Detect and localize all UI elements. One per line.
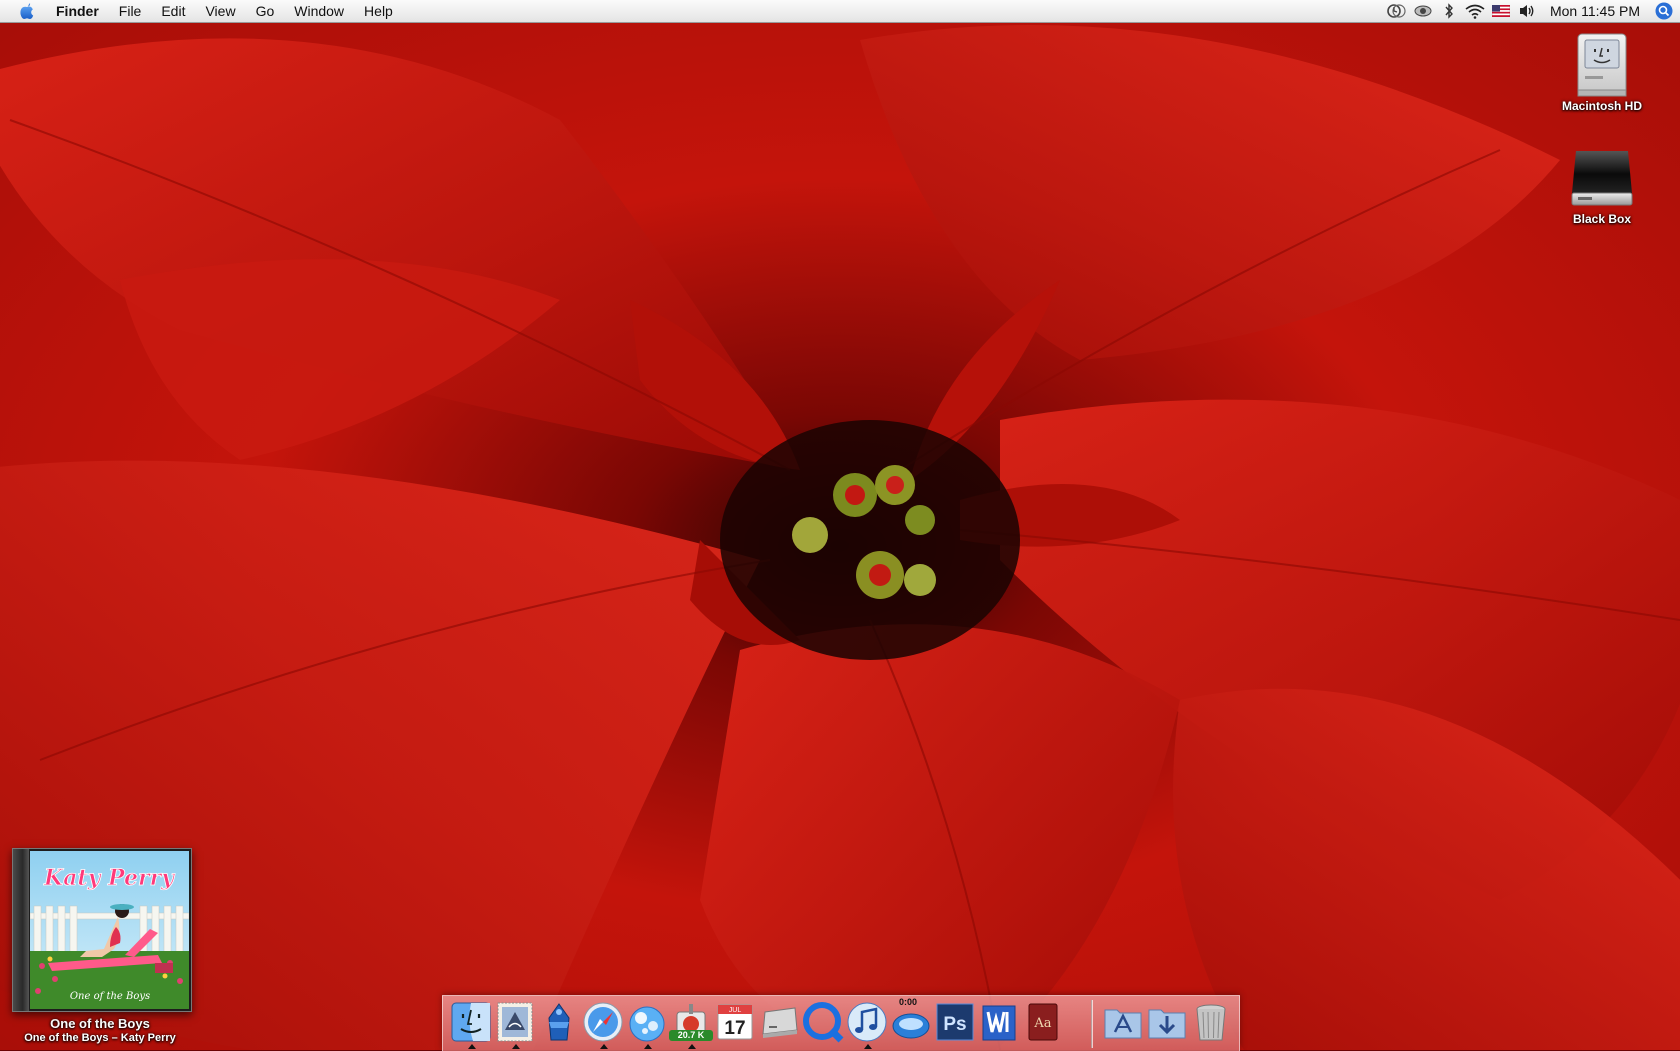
itunes-icon [847,1002,887,1042]
trash-icon [1196,1004,1226,1041]
dock-item-itunes[interactable] [845,1000,889,1049]
dock-item-trash[interactable] [1189,1000,1233,1046]
desktop-icon-label: Macintosh HD [1561,99,1642,113]
dock-separator [1091,1000,1093,1048]
applications-folder-icon [1104,1009,1142,1039]
menu-extras: Mon 11:45 PM [1384,0,1680,22]
dock-item-downloads[interactable] [1145,1000,1189,1046]
dock-item-dictionary[interactable]: Aa [1021,1000,1065,1046]
eye-icon[interactable] [1410,0,1436,22]
dictionary-label: Aa [1033,1016,1051,1031]
menu-app-finder[interactable]: Finder [46,0,109,22]
dock-item-finder[interactable] [449,1000,493,1049]
album-art: Katy Perry One of the Boys [30,851,189,1009]
now-playing-widget[interactable]: Katy Perry One of the Boys [12,848,192,1012]
running-indicator [864,1044,872,1049]
menu-go[interactable]: Go [246,0,285,22]
spotlight-search-icon[interactable] [1652,0,1676,22]
ical-day: 17 [724,1018,745,1039]
desktop-icon-label: Black Box [1572,212,1632,226]
dock-item-transmission[interactable]: 20.7 K [669,1000,713,1049]
apple-logo-icon[interactable] [16,0,38,22]
dock-item-drive[interactable] [757,1000,801,1046]
dock-item-word[interactable] [977,1000,1021,1046]
blue-bubbles-icon [629,1006,665,1042]
cd-spine [13,849,29,1011]
running-indicator [600,1044,608,1049]
menu-bar: Finder File Edit View Go Window Help Mon… [0,0,1680,23]
dock-item-safari[interactable] [581,1000,625,1049]
bluetooth-icon[interactable] [1436,0,1462,22]
dock-item-photoshop[interactable]: Ps [933,1000,977,1046]
menu-edit[interactable]: Edit [151,0,195,22]
menu-view[interactable]: View [195,0,245,22]
desktop-icon-black-box[interactable]: Black Box [1547,145,1657,226]
dock-item-applications[interactable] [1101,1000,1145,1046]
finder-icon [451,1002,491,1042]
menu-help[interactable]: Help [354,0,403,22]
dictionary-icon: Aa [1028,1003,1058,1041]
album-art-title-text: One of the Boys [70,991,150,1002]
running-indicator [512,1044,520,1049]
word-icon [982,1005,1016,1041]
timer-label: 0:00 [899,997,918,1007]
now-playing-title: One of the Boys [50,1016,150,1031]
dock: 20.7 K JUL 17 0:00 Ps Aa [442,995,1240,1051]
running-indicator [688,1044,696,1049]
dock-item-bubbles[interactable] [625,1000,669,1049]
running-indicator [644,1044,652,1049]
album-art-artist-text: Katy Perry [43,865,176,891]
cd-case: Katy Perry One of the Boys [12,848,192,1012]
ical-month: JUL [729,1007,742,1014]
drive-icon [762,1007,798,1038]
desktop-icon-macintosh-hd[interactable]: Macintosh HD [1547,32,1657,113]
us-flag-input-icon[interactable] [1488,0,1514,22]
dock-item-quicktime[interactable] [801,1000,845,1046]
quicktime-icon [803,1002,844,1043]
volume-icon[interactable] [1514,0,1540,22]
time-machine-icon[interactable] [1384,0,1410,22]
running-indicator [468,1044,476,1049]
menu-window[interactable]: Window [284,0,354,22]
wifi-icon[interactable] [1462,0,1488,22]
external-drive-icon [1570,145,1634,209]
downloads-folder-icon [1148,1009,1186,1039]
dock-item-xcode[interactable] [537,1000,581,1046]
dock-item-timer[interactable]: 0:00 [889,997,933,1046]
menu-clock[interactable]: Mon 11:45 PM [1540,0,1652,22]
now-playing-subtitle: One of the Boys – Katy Perry [24,1032,176,1044]
macintosh-hd-icon [1570,32,1634,97]
mail-stamp-icon [497,1002,533,1042]
photoshop-icon: Ps [936,1003,974,1041]
blue-helmet-icon [548,1003,570,1041]
menu-file[interactable]: File [109,0,152,22]
photoshop-label: Ps [943,1014,966,1035]
dock-item-ical[interactable]: JUL 17 [713,1000,757,1046]
dock-item-mail[interactable] [493,1000,537,1049]
ical-icon: JUL 17 [717,1004,753,1040]
transmission-rate-badge: 20.7 K [669,1030,713,1041]
desktop-wallpaper [0,0,1680,1050]
safari-compass-icon [583,1002,623,1042]
